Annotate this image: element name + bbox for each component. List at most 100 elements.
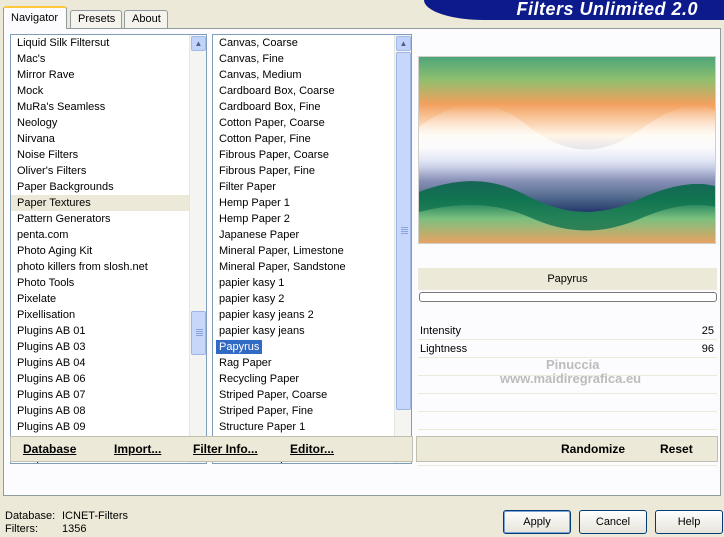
category-item[interactable]: Noise Filters (11, 147, 206, 163)
filter-item[interactable]: Fibrous Paper, Coarse (213, 147, 411, 163)
filter-item[interactable]: Papyrus (213, 339, 411, 355)
scroll-up-arrow-icon[interactable]: ▲ (191, 36, 206, 51)
filter-item-label: papier kasy 2 (219, 293, 285, 305)
category-item-label: photo killers from slosh.net (17, 261, 148, 273)
filter-name-label: Papyrus (418, 268, 717, 290)
category-item-label: Mac's (17, 53, 46, 65)
filter-item-label: Papyrus (216, 340, 263, 354)
category-item[interactable]: penta.com (11, 227, 206, 243)
filter-item-label: Hemp Paper 1 (219, 197, 290, 209)
progress-bar (419, 292, 717, 302)
param-label: Lightness (420, 343, 468, 355)
category-item[interactable]: Paper Textures (11, 195, 206, 211)
import-link[interactable]: Import... (114, 442, 161, 456)
filter-item[interactable]: Cotton Paper, Coarse (213, 115, 411, 131)
filter-item[interactable]: Canvas, Fine (213, 51, 411, 67)
scroll-up-arrow-icon[interactable]: ▲ (396, 36, 411, 51)
category-item[interactable]: Mock (11, 83, 206, 99)
filter-scrollbar[interactable]: ▲ ▼ (394, 35, 411, 463)
category-item[interactable]: Pattern Generators (11, 211, 206, 227)
category-item[interactable]: Plugins AB 06 (11, 371, 206, 387)
filter-item-label: Rag Paper (219, 357, 272, 369)
cancel-button[interactable]: Cancel (579, 510, 647, 534)
filter-item[interactable]: papier kasy jeans (213, 323, 411, 339)
filter-item[interactable]: Japanese Paper (213, 227, 411, 243)
filter-item[interactable]: papier kasy 1 (213, 275, 411, 291)
filter-item[interactable]: Hemp Paper 2 (213, 211, 411, 227)
category-list[interactable]: Liquid Silk Filtersut Mac's Mirror Rave Moc… (10, 34, 207, 464)
filter-item[interactable]: Recycling Paper (213, 371, 411, 387)
database-link[interactable]: Database (23, 442, 76, 456)
category-item[interactable]: MuRa's Seamless (11, 99, 206, 115)
category-item[interactable]: Nirvana (11, 131, 206, 147)
category-scrollbar[interactable]: ▲ ▼ (189, 35, 206, 463)
filter-item[interactable]: Cotton Paper, Fine (213, 131, 411, 147)
param-row-intensity[interactable]: Intensity 25 (418, 322, 717, 340)
filter-item[interactable]: Cardboard Box, Fine (213, 99, 411, 115)
randomize-button[interactable]: Randomize (561, 442, 625, 456)
filter-item-label: Canvas, Coarse (219, 37, 298, 49)
category-item-label: Paper Textures (17, 197, 91, 209)
filter-item-label: papier kasy jeans (219, 325, 305, 337)
scroll-thumb[interactable] (396, 52, 411, 410)
filter-item[interactable]: Filter Paper (213, 179, 411, 195)
param-value[interactable]: 96 (702, 340, 714, 358)
filter-item[interactable]: Striped Paper, Coarse (213, 387, 411, 403)
apply-button[interactable]: Apply (503, 510, 571, 534)
tab-navigator[interactable]: Navigator (3, 6, 67, 29)
category-item[interactable]: Pixellisation (11, 307, 206, 323)
category-item[interactable]: Liquid Silk Filtersut (11, 35, 206, 51)
filter-item-label: Filter Paper (219, 181, 276, 193)
category-item[interactable]: photo killers from slosh.net (11, 259, 206, 275)
param-row-lightness[interactable]: Lightness 96 (418, 340, 717, 358)
category-item[interactable]: Photo Aging Kit (11, 243, 206, 259)
param-row-empty (418, 412, 717, 430)
category-item[interactable]: Plugins AB 03 (11, 339, 206, 355)
param-label: Intensity (420, 325, 461, 337)
category-item[interactable]: Plugins AB 01 (11, 323, 206, 339)
category-item[interactable]: Plugins AB 09 (11, 419, 206, 435)
filter-item[interactable]: Fibrous Paper, Fine (213, 163, 411, 179)
scroll-thumb[interactable] (191, 311, 206, 355)
filter-info-link[interactable]: Filter Info... (193, 442, 258, 456)
filter-item[interactable]: Canvas, Medium (213, 67, 411, 83)
filter-item[interactable]: Striped Paper, Fine (213, 403, 411, 419)
category-item[interactable]: Oliver's Filters (11, 163, 206, 179)
help-button[interactable]: Help (655, 510, 723, 534)
filter-item-label: Canvas, Medium (219, 69, 302, 81)
category-item-label: Plugins AB 04 (17, 357, 86, 369)
filter-item-label: Japanese Paper (219, 229, 300, 241)
filter-item[interactable]: papier kasy 2 (213, 291, 411, 307)
category-item-label: Noise Filters (17, 149, 79, 161)
category-item[interactable]: Plugins AB 08 (11, 403, 206, 419)
category-item-label: Liquid Silk Filtersut (17, 37, 110, 49)
navigator-link-bar: Database Import... Filter Info... Editor… (10, 436, 413, 462)
category-item-label: Mock (17, 85, 44, 97)
filter-item[interactable]: Canvas, Coarse (213, 35, 411, 51)
filter-item[interactable]: Mineral Paper, Limestone (213, 243, 411, 259)
category-item-label: Plugins AB 09 (17, 421, 86, 433)
tab-presets[interactable]: Presets (70, 10, 122, 28)
filters-count-value: 1356 (62, 523, 87, 535)
filter-item[interactable]: Cardboard Box, Coarse (213, 83, 411, 99)
category-item[interactable]: Mirror Rave (11, 67, 206, 83)
watermark-url: www.maidiregrafica.eu (500, 371, 642, 386)
filter-item[interactable]: papier kasy jeans 2 (213, 307, 411, 323)
tab-about[interactable]: About (124, 10, 168, 28)
filter-item[interactable]: Mineral Paper, Sandstone (213, 259, 411, 275)
reset-button[interactable]: Reset (660, 442, 693, 456)
category-item[interactable]: Plugins AB 04 (11, 355, 206, 371)
param-value[interactable]: 25 (702, 322, 714, 340)
category-item[interactable]: Plugins AB 07 (11, 387, 206, 403)
filter-item[interactable]: Structure Paper 1 (213, 419, 411, 435)
filter-item[interactable]: Rag Paper (213, 355, 411, 371)
filter-item-label: Cotton Paper, Fine (219, 133, 311, 145)
filter-list[interactable]: Canvas, Coarse Canvas, Fine Canvas, Medium… (212, 34, 412, 464)
category-item[interactable]: Pixelate (11, 291, 206, 307)
editor-link[interactable]: Editor... (290, 442, 334, 456)
category-item[interactable]: Mac's (11, 51, 206, 67)
filter-item[interactable]: Hemp Paper 1 (213, 195, 411, 211)
category-item[interactable]: Paper Backgrounds (11, 179, 206, 195)
category-item[interactable]: Photo Tools (11, 275, 206, 291)
category-item[interactable]: Neology (11, 115, 206, 131)
